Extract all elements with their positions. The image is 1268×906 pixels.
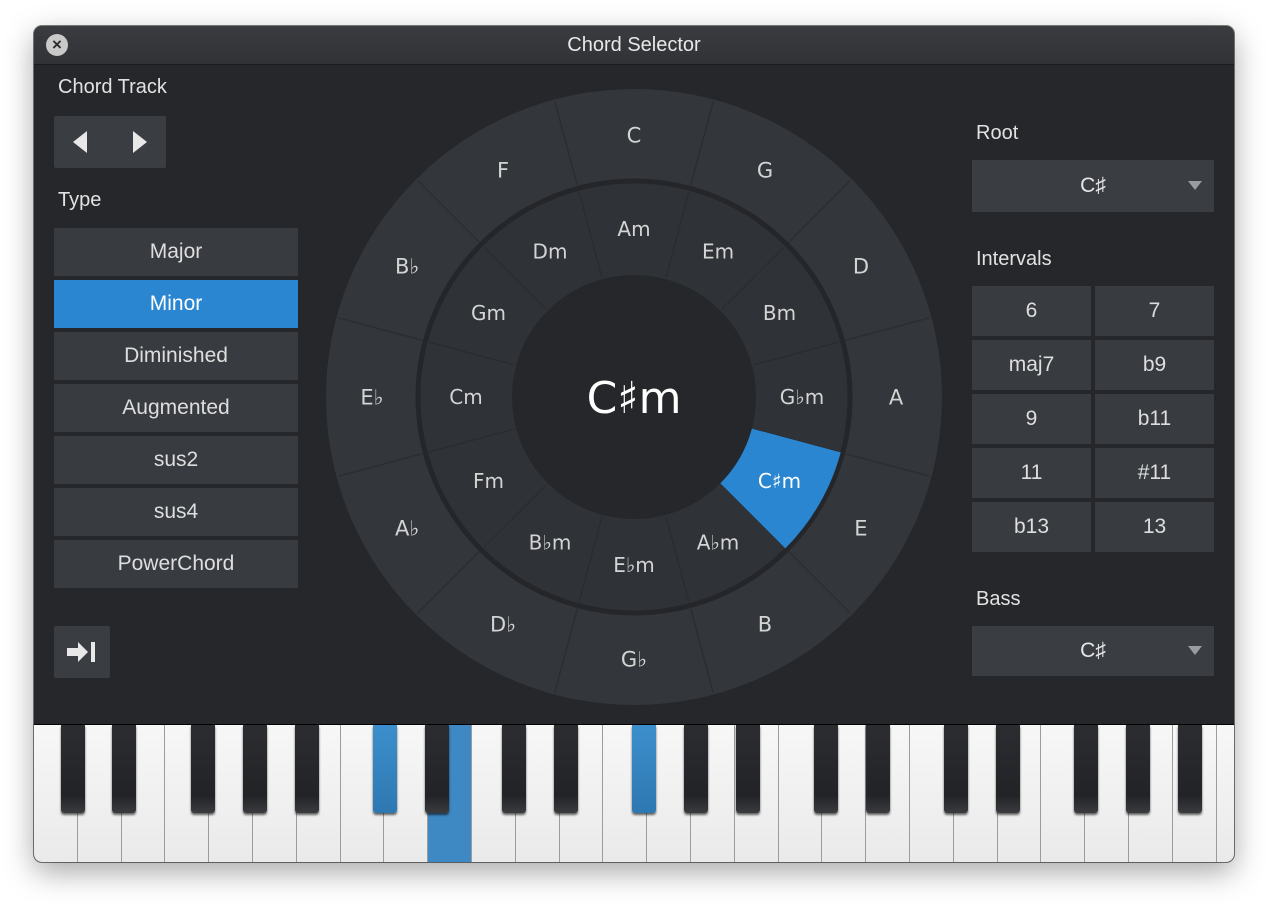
root-label: Root — [976, 122, 1019, 144]
piano-black-key[interactable] — [736, 725, 760, 813]
piano-black-key[interactable] — [243, 725, 267, 813]
previous-arrow-icon[interactable] — [73, 131, 87, 153]
outer-chord-label[interactable]: F — [497, 159, 509, 183]
type-augmented-button[interactable]: Augmented — [54, 384, 298, 432]
intervals-label: Intervals — [976, 248, 1052, 270]
piano-black-key[interactable] — [425, 725, 449, 813]
inner-chord-label[interactable]: Bm — [763, 301, 796, 325]
next-arrow-icon[interactable] — [133, 131, 147, 153]
insert-chord-button[interactable] — [54, 626, 110, 678]
title-bar: × Chord Selector — [34, 26, 1234, 65]
type-sus2-button[interactable]: sus2 — [54, 436, 298, 484]
interval-maj7-button[interactable]: maj7 — [972, 340, 1091, 390]
interval-7-button[interactable]: 7 — [1095, 286, 1214, 336]
inner-chord-label[interactable]: Dm — [533, 240, 568, 264]
interval-11-button[interactable]: 11 — [972, 448, 1091, 498]
outer-chord-label[interactable]: E — [854, 517, 867, 541]
interval-b13-button[interactable]: b13 — [972, 502, 1091, 552]
inner-chord-label[interactable]: B♭m — [529, 531, 572, 555]
outer-chord-label[interactable]: C — [627, 124, 642, 148]
window-title: Chord Selector — [567, 34, 701, 56]
piano-black-key[interactable] — [373, 725, 397, 813]
root-value: C♯ — [1080, 174, 1106, 197]
type-diminished-button[interactable]: Diminished — [54, 332, 298, 380]
inner-chord-label[interactable]: Em — [702, 240, 734, 264]
piano-black-key[interactable] — [1074, 725, 1098, 813]
outer-chord-label[interactable]: B♭ — [395, 255, 419, 279]
inner-chord-label[interactable]: Fm — [473, 469, 504, 493]
piano-black-key[interactable] — [684, 725, 708, 813]
bass-label: Bass — [976, 588, 1021, 610]
piano-black-key[interactable] — [996, 725, 1020, 813]
piano-keyboard — [34, 724, 1234, 862]
inner-chord-label[interactable]: G♭m — [780, 385, 824, 409]
chord-type-list: Major Minor Diminished Augmented sus2 su… — [54, 228, 298, 592]
outer-chord-label[interactable]: D — [853, 255, 869, 279]
outer-chord-label[interactable]: E♭ — [360, 386, 383, 410]
interval-9-button[interactable]: 9 — [972, 394, 1091, 444]
interval-sharp11-button[interactable]: #11 — [1095, 448, 1214, 498]
piano-black-key[interactable] — [554, 725, 578, 813]
outer-chord-label[interactable]: A — [889, 386, 904, 410]
type-label: Type — [58, 189, 102, 211]
piano-black-key[interactable] — [61, 725, 85, 813]
interval-6-button[interactable]: 6 — [972, 286, 1091, 336]
bass-value: C♯ — [1080, 639, 1106, 662]
type-powerchord-button[interactable]: PowerChord — [54, 540, 298, 588]
piano-black-key[interactable] — [1178, 725, 1202, 813]
root-dropdown[interactable]: C♯ — [972, 160, 1214, 212]
chevron-down-icon — [1188, 181, 1202, 190]
piano-black-key[interactable] — [866, 725, 890, 813]
outer-chord-label[interactable]: G — [757, 159, 773, 183]
outer-chord-label[interactable]: A♭ — [395, 517, 419, 541]
type-major-button[interactable]: Major — [54, 228, 298, 276]
type-minor-button[interactable]: Minor — [54, 280, 298, 328]
piano-black-key[interactable] — [632, 725, 656, 813]
piano-black-key[interactable] — [1126, 725, 1150, 813]
piano-black-key[interactable] — [112, 725, 136, 813]
inner-chord-label[interactable]: Am — [617, 217, 650, 241]
chevron-down-icon — [1188, 646, 1202, 655]
chord-track-nav — [54, 116, 166, 168]
intervals-grid: 6 7 maj7 b9 9 b11 11 #11 b13 13 — [972, 286, 1214, 552]
piano-black-key[interactable] — [944, 725, 968, 813]
piano-white-key[interactable] — [1216, 725, 1234, 862]
arrow-to-bar-icon — [67, 642, 95, 662]
outer-chord-label[interactable]: G♭ — [621, 648, 647, 672]
piano-black-key[interactable] — [814, 725, 838, 813]
piano-black-key[interactable] — [502, 725, 526, 813]
interval-13-button[interactable]: 13 — [1095, 502, 1214, 552]
outer-chord-label[interactable]: B — [758, 612, 772, 636]
inner-chord-label[interactable]: C♯m — [758, 469, 801, 493]
piano-black-key[interactable] — [295, 725, 319, 813]
interval-b9-button[interactable]: b9 — [1095, 340, 1214, 390]
circle-of-fifths: C♯m C G D A E B G♭ D♭ A♭ E♭ B♭ F Am Em Bm G♭m C♯m A♭m E♭m… — [326, 89, 942, 705]
type-sus4-button[interactable]: sus4 — [54, 488, 298, 536]
chord-track-label: Chord Track — [58, 76, 167, 98]
bass-dropdown[interactable]: C♯ — [972, 626, 1214, 676]
outer-chord-label[interactable]: D♭ — [490, 612, 516, 636]
inner-chord-label[interactable]: A♭m — [697, 531, 740, 555]
piano-black-key[interactable] — [191, 725, 215, 813]
inner-chord-label[interactable]: Gm — [471, 301, 506, 325]
interval-b11-button[interactable]: b11 — [1095, 394, 1214, 444]
inner-chord-label[interactable]: Cm — [449, 385, 482, 409]
chord-selector-window: × Chord Selector Chord Track Type Major … — [34, 26, 1234, 862]
current-chord-display: C♯m — [587, 373, 682, 424]
inner-chord-label[interactable]: E♭m — [613, 553, 655, 577]
